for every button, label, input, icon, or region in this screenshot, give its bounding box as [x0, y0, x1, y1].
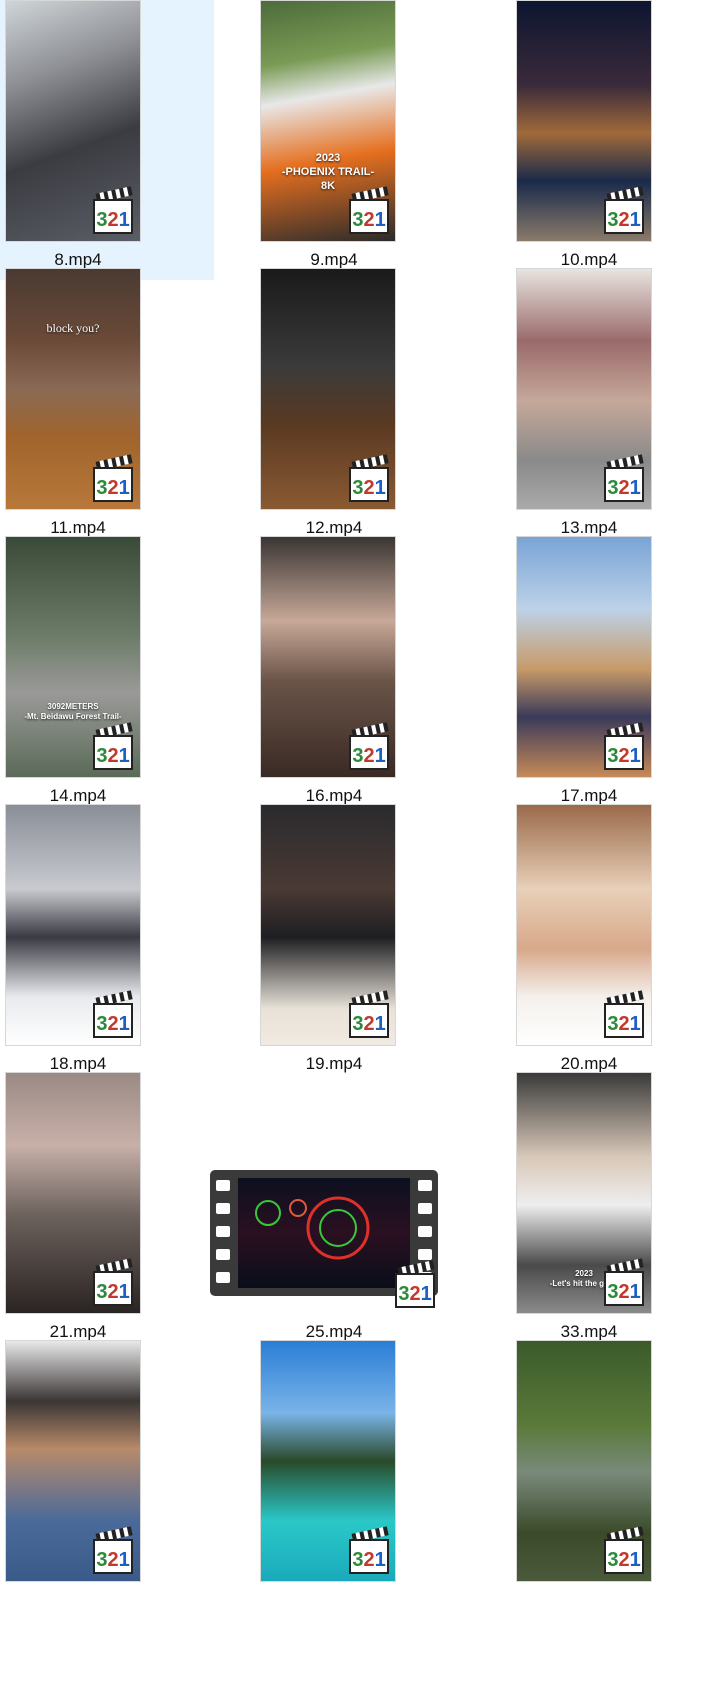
media-player-classic-clapperboard-icon: 321 [604, 722, 644, 770]
file-name: 14.mp4 [49, 786, 107, 805]
svg-text:321: 321 [607, 745, 640, 767]
svg-text:321: 321 [96, 477, 129, 499]
player-badge: 321 [601, 1526, 647, 1576]
media-player-classic-clapperboard-icon: 321 [604, 1526, 644, 1574]
file-name: 20.mp4 [560, 1054, 618, 1073]
file-tile[interactable]: 321 12.mp4 [256, 268, 470, 548]
svg-text:321: 321 [352, 1013, 385, 1035]
player-badge: 321 [346, 186, 392, 236]
player-badge: 321 [601, 1258, 647, 1308]
player-badge: 321 [346, 990, 392, 1040]
thumbnail-caption: block you? [46, 321, 100, 335]
media-player-classic-clapperboard-icon: 321 [604, 1258, 644, 1306]
file-name: 8.mp4 [54, 250, 102, 269]
svg-text:321: 321 [607, 1281, 640, 1303]
media-player-classic-clapperboard-icon: 321 [93, 990, 133, 1038]
file-tile[interactable]: 321 10.mp4 [511, 0, 702, 280]
media-player-classic-clapperboard-icon: 321 [93, 722, 133, 770]
player-badge: 321 [90, 722, 136, 772]
player-badge: 321 [601, 454, 647, 504]
media-player-classic-clapperboard-icon: 321 [604, 454, 644, 502]
svg-text:321: 321 [96, 745, 129, 767]
file-tile[interactable]: 321 [0, 1340, 214, 1620]
file-name: 13.mp4 [560, 518, 618, 537]
player-badge: 321 [601, 722, 647, 772]
file-name: 21.mp4 [49, 1322, 107, 1341]
media-player-classic-clapperboard-icon: 321 [349, 186, 389, 234]
svg-text:321: 321 [398, 1283, 431, 1305]
video-thumbnail [238, 1178, 410, 1288]
svg-text:321: 321 [96, 209, 129, 231]
file-tile[interactable]: 3092METERS -Mt. Beidawu Forest Trail- 321… [0, 536, 214, 816]
media-player-classic-clapperboard-icon: 321 [349, 990, 389, 1038]
svg-text:321: 321 [96, 1013, 129, 1035]
player-badge: 321 [601, 186, 647, 236]
player-badge: 321 [90, 454, 136, 504]
file-tile[interactable]: 321 13.mp4 [511, 268, 702, 548]
svg-text:321: 321 [607, 477, 640, 499]
file-tile[interactable]: block you? 321 11.mp4 [0, 268, 214, 548]
file-name: 19.mp4 [305, 1054, 363, 1073]
svg-text:321: 321 [352, 209, 385, 231]
media-player-classic-clapperboard-icon: 321 [349, 454, 389, 502]
svg-text:321: 321 [96, 1549, 129, 1571]
media-player-classic-clapperboard-icon: 321 [93, 1258, 133, 1306]
player-badge: 321 [346, 454, 392, 504]
player-badge: 321 [90, 1258, 136, 1308]
file-name: 12.mp4 [305, 518, 363, 537]
file-tile[interactable]: 321 18.mp4 [0, 804, 214, 1084]
svg-text:321: 321 [352, 477, 385, 499]
file-tile[interactable]: 321 16.mp4 [256, 536, 470, 816]
file-tile[interactable]: 321 21.mp4 [0, 1072, 214, 1352]
media-player-classic-clapperboard-icon: 321 [604, 186, 644, 234]
file-name: 25.mp4 [305, 1322, 363, 1341]
player-badge: 321 [346, 1526, 392, 1576]
player-badge: 321 [90, 186, 136, 236]
player-badge: 321 [392, 1260, 438, 1310]
player-badge: 321 [90, 990, 136, 1040]
file-name: 10.mp4 [560, 250, 618, 269]
svg-text:321: 321 [607, 1549, 640, 1571]
svg-text:321: 321 [352, 745, 385, 767]
file-tile[interactable]: 321 8.mp4 [0, 0, 214, 280]
player-badge: 321 [90, 1526, 136, 1576]
player-badge: 321 [346, 722, 392, 772]
file-name: 18.mp4 [49, 1054, 107, 1073]
file-tile[interactable]: 2023 -Let's hit the gym-32133.mp4 [511, 1072, 702, 1352]
file-tile[interactable]: 321 25.mp4 [210, 1072, 470, 1352]
file-tile[interactable]: 321 19.mp4 [256, 804, 470, 1084]
media-player-classic-clapperboard-icon: 321 [395, 1260, 435, 1308]
svg-text:321: 321 [607, 1013, 640, 1035]
file-tile[interactable]: 321 [256, 1340, 470, 1620]
svg-text:321: 321 [607, 209, 640, 231]
file-tile[interactable]: 321 17.mp4 [511, 536, 702, 816]
file-name: 11.mp4 [50, 518, 106, 537]
file-tile[interactable]: 2023 -PHOENIX TRAIL- 8K 321 9.mp4 [256, 0, 470, 280]
thumbnail-caption: 3092METERS -Mt. Beidawu Forest Trail- [24, 702, 122, 721]
player-badge: 321 [601, 990, 647, 1040]
media-player-classic-clapperboard-icon: 321 [93, 454, 133, 502]
svg-text:321: 321 [96, 1281, 129, 1303]
file-name: 17.mp4 [560, 786, 618, 805]
svg-text:321: 321 [352, 1549, 385, 1571]
media-player-classic-clapperboard-icon: 321 [349, 722, 389, 770]
file-name: 33.mp4 [560, 1322, 618, 1341]
file-tile[interactable]: 321 [511, 1340, 702, 1620]
file-tile[interactable]: 321 20.mp4 [511, 804, 702, 1084]
file-name: 9.mp4 [310, 250, 358, 269]
media-player-classic-clapperboard-icon: 321 [93, 186, 133, 234]
media-player-classic-clapperboard-icon: 321 [604, 990, 644, 1038]
file-name: 16.mp4 [305, 786, 363, 805]
media-player-classic-clapperboard-icon: 321 [93, 1526, 133, 1574]
media-player-classic-clapperboard-icon: 321 [349, 1526, 389, 1574]
